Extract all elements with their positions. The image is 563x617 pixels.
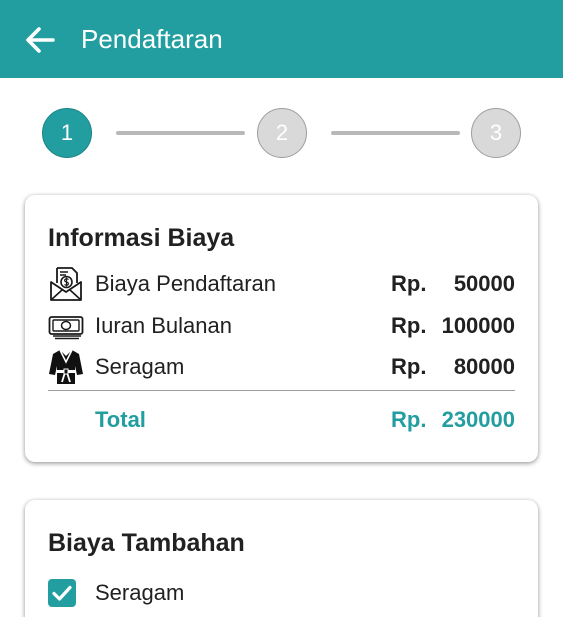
fee-label: Biaya Pendaftaran bbox=[95, 271, 277, 296]
card-title: Informasi Biaya bbox=[48, 224, 235, 252]
banknote-icon bbox=[48, 316, 84, 340]
fee-amount: 80000 bbox=[453, 354, 515, 379]
divider bbox=[48, 390, 515, 391]
card-title: Biaya Tambahan bbox=[48, 529, 245, 557]
total-amount: 230000 bbox=[441, 407, 515, 432]
checkmark-icon bbox=[52, 585, 72, 601]
step-1[interactable]: 1 bbox=[42, 108, 92, 158]
back-button[interactable] bbox=[22, 22, 58, 58]
currency-label: Rp. bbox=[391, 354, 427, 379]
fee-row: Seragam Rp. 80000 bbox=[48, 348, 515, 386]
fee-row: Biaya Pendaftaran Rp. 50000 bbox=[48, 265, 515, 303]
fee-amount: 50000 bbox=[453, 271, 515, 296]
fee-info-card: Informasi Biaya Biaya Pendaftaran Rp. 50… bbox=[25, 195, 538, 462]
arrow-left-icon bbox=[26, 27, 55, 53]
fee-label: Seragam bbox=[95, 354, 185, 379]
currency-label: Rp. bbox=[391, 271, 427, 296]
page-title: Pendaftaran bbox=[81, 24, 223, 54]
step-connector bbox=[116, 131, 245, 135]
checkbox-label: Seragam bbox=[95, 580, 185, 605]
fee-row: Iuran Bulanan Rp. 100000 bbox=[48, 307, 515, 345]
fee-amount: 100000 bbox=[441, 313, 515, 338]
step-3[interactable]: 3 bbox=[471, 108, 521, 158]
step-connector bbox=[331, 131, 460, 135]
app-bar: Pendaftaran bbox=[0, 0, 563, 78]
currency-label: Rp. bbox=[391, 407, 427, 432]
extra-fees-card: Biaya Tambahan Seragam bbox=[25, 500, 538, 617]
total-row: Total Rp. 230000 bbox=[48, 401, 515, 439]
seragam-checkbox[interactable] bbox=[48, 579, 76, 607]
martial-arts-uniform-icon bbox=[49, 349, 83, 384]
step-2[interactable]: 2 bbox=[257, 108, 307, 158]
currency-label: Rp. bbox=[391, 313, 427, 338]
total-label: Total bbox=[95, 407, 146, 432]
fee-label: Iuran Bulanan bbox=[95, 313, 232, 338]
invoice-envelope-icon bbox=[50, 267, 82, 301]
